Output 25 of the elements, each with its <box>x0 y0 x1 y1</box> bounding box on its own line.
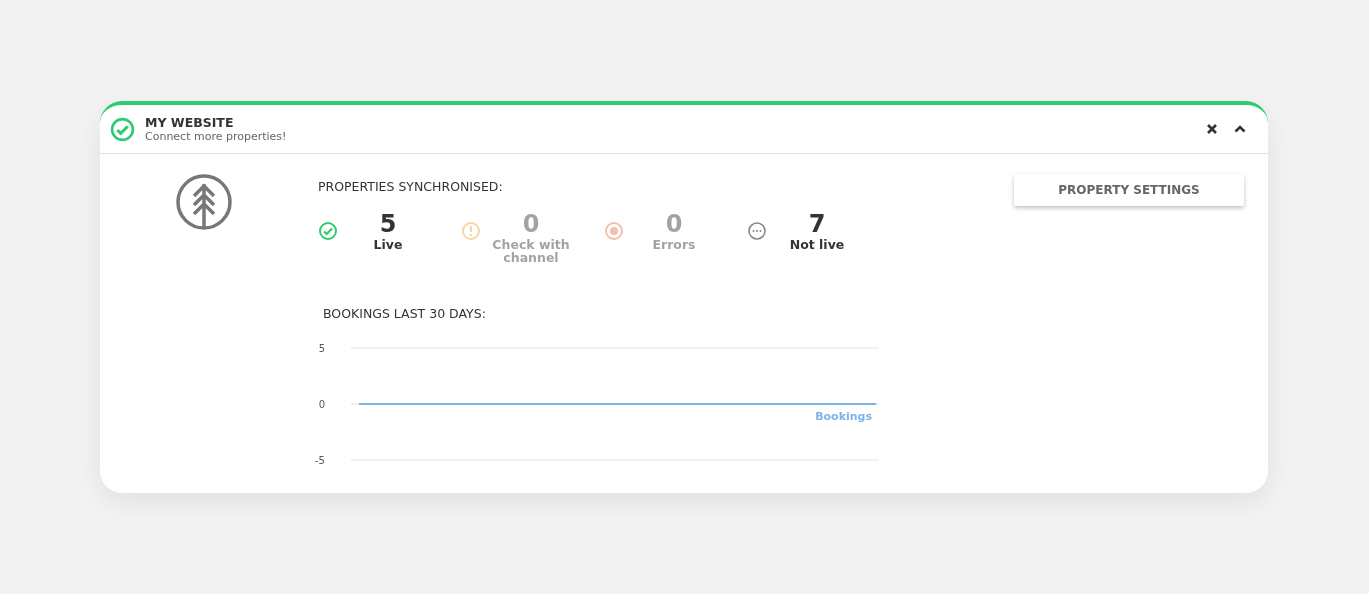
axis-tick-label: 5 <box>318 343 325 354</box>
widget-subtitle: Connect more properties! <box>145 130 288 143</box>
stat-label: Not live <box>788 238 846 251</box>
stat-label: Errors <box>651 238 697 251</box>
stat-count: 0 <box>522 210 540 238</box>
check-circle-icon <box>110 116 135 142</box>
stat-count: 0 <box>665 210 683 238</box>
widget-title: MY WEBSITE <box>145 115 235 130</box>
axis-tick-label: 0 <box>318 399 325 410</box>
stat-count: 7 <box>808 210 826 238</box>
collapse-icon[interactable] <box>1234 123 1246 135</box>
check-circle-icon <box>318 221 338 241</box>
axis-tick-label: -5 <box>315 455 325 466</box>
ellipsis-circle-icon <box>747 221 767 241</box>
close-icon[interactable] <box>1206 123 1218 135</box>
error-circle-icon <box>604 221 624 241</box>
stat-count: 5 <box>379 210 397 238</box>
stat-label: Live <box>372 238 404 251</box>
exclamation-circle-icon <box>461 221 481 241</box>
tree-logo-icon <box>176 174 232 230</box>
property-settings-button[interactable]: PROPERTY SETTINGS <box>1014 174 1244 206</box>
section-heading: BOOKINGS LAST 30 DAYS: <box>323 306 487 321</box>
series-label: Bookings <box>815 410 872 423</box>
section-heading: PROPERTIES SYNCHRONISED: <box>318 179 504 194</box>
stat-label: Check with channel <box>491 238 571 264</box>
